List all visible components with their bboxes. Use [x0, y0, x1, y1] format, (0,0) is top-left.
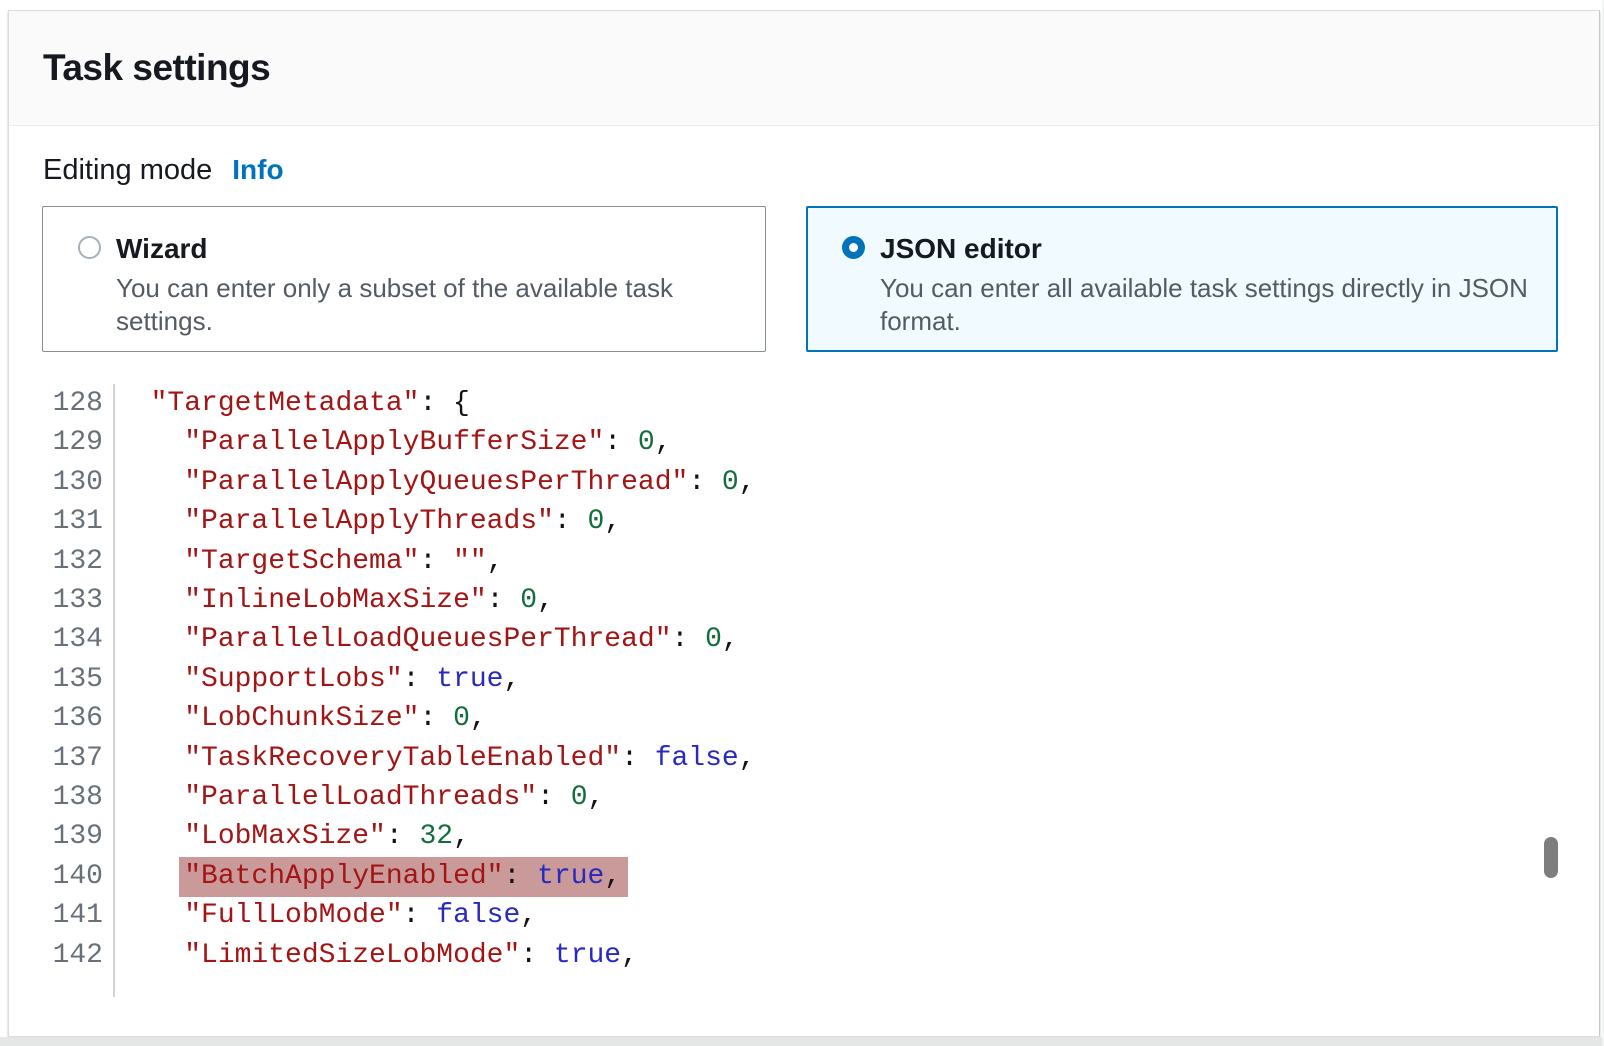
code-line: 142 "LimitedSizeLobMode": true,	[9, 936, 1509, 975]
tile-wizard-text: Wizard You can enter only a subset of th…	[116, 232, 745, 351]
code-text: "FullLobMode": false,	[115, 896, 537, 935]
code-text: "ParallelApplyQueuesPerThread": 0,	[115, 463, 756, 502]
code-line: 130 "ParallelApplyQueuesPerThread": 0,	[9, 463, 1509, 502]
code-text: "LobChunkSize": 0,	[115, 699, 487, 738]
gutter-tail	[9, 975, 115, 997]
code-text: "SupportLobs": true,	[115, 660, 520, 699]
line-number: 137	[9, 739, 115, 778]
bottom-band	[0, 1037, 1604, 1046]
json-editor-radio[interactable]	[842, 236, 865, 259]
line-number: 131	[9, 502, 115, 541]
json-code-editor[interactable]: 128 "TargetMetadata": {129 "ParallelAppl…	[9, 384, 1509, 997]
code-line: 134 "ParallelLoadQueuesPerThread": 0,	[9, 620, 1509, 659]
line-number: 129	[9, 423, 115, 462]
line-number: 140	[9, 857, 115, 896]
editing-mode-row: Editing mode Info	[43, 154, 284, 187]
highlighted-code: "BatchApplyEnabled": true,	[179, 857, 628, 897]
code-lines: 128 "TargetMetadata": {129 "ParallelAppl…	[9, 384, 1509, 975]
code-text: "TaskRecoveryTableEnabled": false,	[115, 739, 756, 778]
code-line: 133 "InlineLobMaxSize": 0,	[9, 581, 1509, 620]
line-number: 141	[9, 896, 115, 935]
code-line: 138 "ParallelLoadThreads": 0,	[9, 778, 1509, 817]
code-text: "ParallelApplyThreads": 0,	[115, 502, 621, 541]
tile-json-editor-description: You can enter all available task setting…	[880, 272, 1528, 338]
code-line: 140 "BatchApplyEnabled": true,	[9, 857, 1509, 896]
task-settings-panel: Task settings Editing mode Info Wizard Y…	[8, 10, 1600, 1037]
scrollbar-thumb[interactable]	[1544, 837, 1558, 878]
wizard-radio[interactable]	[78, 236, 101, 259]
tile-wizard-description: You can enter only a subset of the avail…	[116, 272, 745, 338]
tile-json-editor-title: JSON editor	[880, 232, 1528, 266]
line-number: 128	[9, 384, 115, 423]
code-line: 141 "FullLobMode": false,	[9, 896, 1509, 935]
line-number: 132	[9, 542, 115, 581]
panel-body: Editing mode Info Wizard You can enter o…	[9, 126, 1599, 1037]
code-line: 136 "LobChunkSize": 0,	[9, 699, 1509, 738]
code-text: "LimitedSizeLobMode": true,	[115, 936, 638, 975]
code-line: 129 "ParallelApplyBufferSize": 0,	[9, 423, 1509, 462]
panel-header: Task settings	[9, 11, 1599, 126]
code-line: 139 "LobMaxSize": 32,	[9, 817, 1509, 856]
code-text: "BatchApplyEnabled": true,	[115, 857, 621, 896]
code-line: 131 "ParallelApplyThreads": 0,	[9, 502, 1509, 541]
code-text: "InlineLobMaxSize": 0,	[115, 581, 554, 620]
line-number: 130	[9, 463, 115, 502]
page-title: Task settings	[43, 47, 270, 89]
line-number: 135	[9, 660, 115, 699]
code-line: 128 "TargetMetadata": {	[9, 384, 1509, 423]
tile-wizard[interactable]: Wizard You can enter only a subset of th…	[42, 206, 766, 352]
info-link[interactable]: Info	[232, 154, 283, 186]
code-text: "TargetSchema": "",	[115, 542, 504, 581]
code-line: 135 "SupportLobs": true,	[9, 660, 1509, 699]
line-number: 139	[9, 817, 115, 856]
code-text: "ParallelLoadThreads": 0,	[115, 778, 604, 817]
code-text: "ParallelApplyBufferSize": 0,	[115, 423, 672, 462]
line-number: 133	[9, 581, 115, 620]
editing-mode-label: Editing mode	[43, 154, 212, 187]
editing-mode-tiles: Wizard You can enter only a subset of th…	[42, 206, 1558, 352]
tile-json-editor[interactable]: JSON editor You can enter all available …	[806, 206, 1558, 352]
code-line: 137 "TaskRecoveryTableEnabled": false,	[9, 739, 1509, 778]
line-number: 136	[9, 699, 115, 738]
line-number: 142	[9, 936, 115, 975]
tile-wizard-title: Wizard	[116, 232, 745, 266]
tile-json-editor-text: JSON editor You can enter all available …	[880, 232, 1528, 350]
code-text: "LobMaxSize": 32,	[115, 817, 470, 856]
code-text: "ParallelLoadQueuesPerThread": 0,	[115, 620, 739, 659]
line-number: 138	[9, 778, 115, 817]
line-number: 134	[9, 620, 115, 659]
code-text: "TargetMetadata": {	[115, 384, 470, 423]
code-line: 132 "TargetSchema": "",	[9, 542, 1509, 581]
